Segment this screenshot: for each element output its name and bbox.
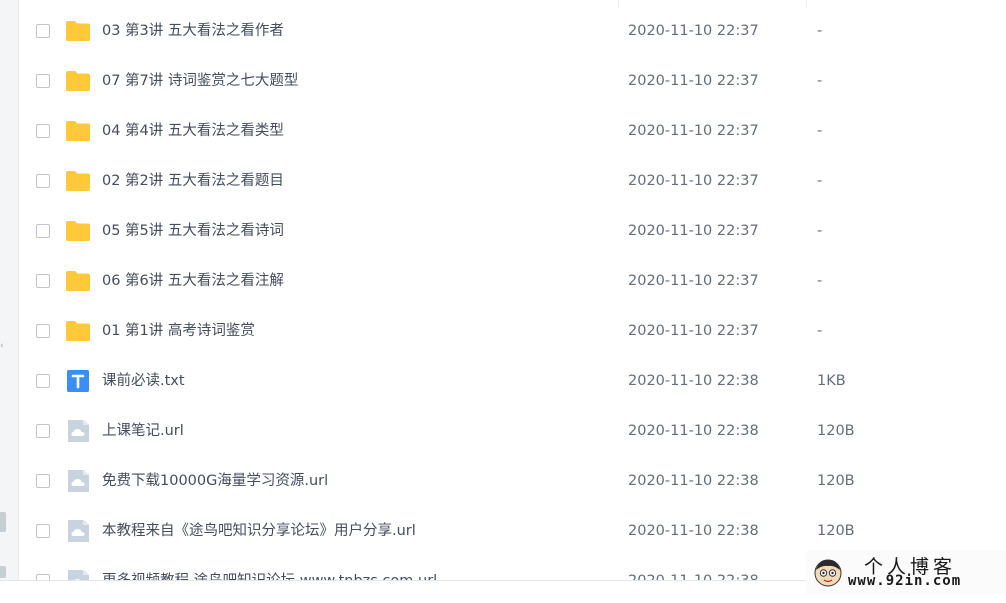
file-name[interactable]: 04 第4讲 五大看法之看类型 [102,121,284,141]
file-date: 2020-11-10 22:38 [628,423,759,439]
file-row[interactable]: 01 第1讲 高考诗词鉴赏 2020-11-10 22:37 - [18,303,1006,353]
file-name[interactable]: 本教程来自《途鸟吧知识分享论坛》用户分享.url [102,521,416,541]
file-size: 120B [817,473,855,489]
file-size: - [817,323,823,339]
row-checkbox[interactable] [36,274,50,288]
row-checkbox[interactable] [36,124,50,138]
file-row[interactable]: 课前必读.txt 2020-11-10 22:38 1KB [18,353,1006,403]
row-checkbox[interactable] [36,24,50,38]
file-date: 2020-11-10 22:37 [628,23,759,39]
folder-icon [65,220,91,242]
file-row[interactable]: 03 第3讲 五大看法之看作者 2020-11-10 22:37 - [18,3,1006,53]
file-date: 2020-11-10 22:37 [628,73,759,89]
file-name[interactable]: 03 第3讲 五大看法之看作者 [102,21,284,41]
file-size: - [817,123,823,139]
file-row[interactable]: 免费下载10000G海量学习资源.url 2020-11-10 22:38 120B [18,453,1006,503]
url-file-icon [65,419,91,443]
row-checkbox[interactable] [36,474,50,488]
file-size: - [817,73,823,89]
row-checkbox[interactable] [36,224,50,238]
cartoon-avatar-icon [814,559,842,587]
file-name[interactable]: 01 第1讲 高考诗词鉴赏 [102,321,255,341]
file-date: 2020-11-10 22:37 [628,323,759,339]
row-checkbox[interactable] [36,74,50,88]
file-size: - [817,23,823,39]
collapse-arrow-icon[interactable]: ‹ [0,338,6,354]
file-row[interactable]: 02 第2讲 五大看法之看题目 2020-11-10 22:37 - [18,153,1006,203]
row-checkbox[interactable] [36,324,50,338]
file-name[interactable]: 07 第7讲 诗词鉴赏之七大题型 [102,71,298,91]
file-row[interactable]: 07 第7讲 诗词鉴赏之七大题型 2020-11-10 22:37 - [18,53,1006,103]
file-name[interactable]: 06 第6讲 五大看法之看注解 [102,271,284,291]
file-row[interactable]: 06 第6讲 五大看法之看注解 2020-11-10 22:37 - [18,253,1006,303]
watermark-url: www.92in.com [848,573,962,589]
watermark-badge: 个人博客 www.92in.com [806,550,1006,594]
file-name[interactable]: 02 第2讲 五大看法之看题目 [102,171,284,191]
file-row[interactable]: 上课笔记.url 2020-11-10 22:38 120B [18,403,1006,453]
row-checkbox[interactable] [36,374,50,388]
file-date: 2020-11-10 22:37 [628,123,759,139]
left-sidebar-edge: ‹ [0,0,19,594]
folder-icon [65,20,91,42]
gutter-scroll-thumb-lower[interactable] [0,566,6,578]
folder-icon [65,170,91,192]
file-name[interactable]: 05 第5讲 五大看法之看诗词 [102,221,284,241]
file-size: - [817,173,823,189]
gutter-scroll-thumb[interactable] [0,512,6,532]
row-checkbox[interactable] [36,424,50,438]
file-size: 120B [817,523,855,539]
url-file-icon [65,469,91,493]
file-size: - [817,223,823,239]
file-size: 120B [817,423,855,439]
folder-icon [65,270,91,292]
url-file-icon [65,519,91,543]
file-date: 2020-11-10 22:37 [628,223,759,239]
file-size: 1KB [817,373,846,389]
folder-icon [65,70,91,92]
file-date: 2020-11-10 22:37 [628,173,759,189]
file-date: 2020-11-10 22:38 [628,473,759,489]
file-row[interactable]: 04 第4讲 五大看法之看类型 2020-11-10 22:37 - [18,103,1006,153]
file-date: 2020-11-10 22:37 [628,273,759,289]
file-name[interactable]: 免费下载10000G海量学习资源.url [102,471,328,491]
folder-icon [65,120,91,142]
file-date: 2020-11-10 22:38 [628,523,759,539]
file-row[interactable]: 05 第5讲 五大看法之看诗词 2020-11-10 22:37 - [18,203,1006,253]
row-checkbox[interactable] [36,174,50,188]
file-row[interactable]: 本教程来自《途鸟吧知识分享论坛》用户分享.url 2020-11-10 22:38… [18,503,1006,553]
row-checkbox[interactable] [36,524,50,538]
file-date: 2020-11-10 22:38 [628,373,759,389]
file-name[interactable]: 上课笔记.url [102,421,184,441]
folder-icon [65,320,91,342]
file-size: - [817,273,823,289]
file-name[interactable]: 课前必读.txt [102,371,185,391]
txt-file-icon [65,369,91,393]
